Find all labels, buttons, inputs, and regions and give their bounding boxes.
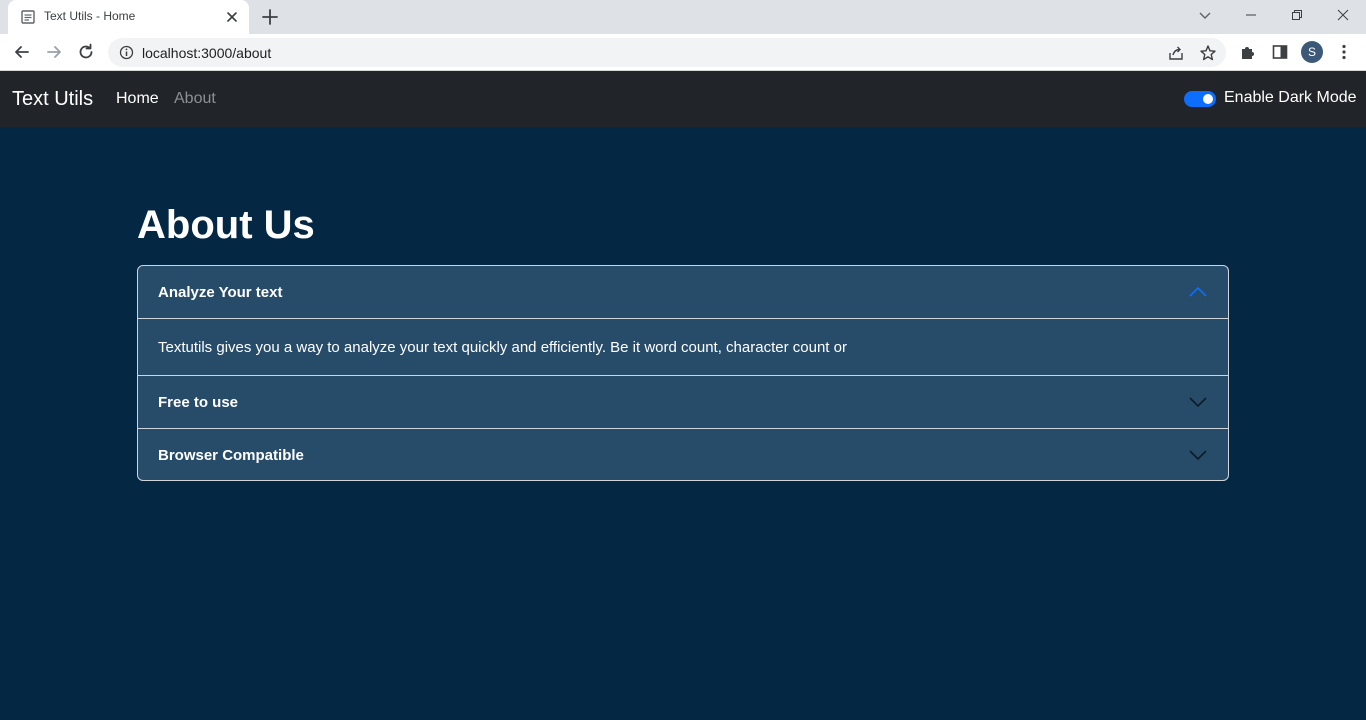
chevron-up-icon xyxy=(1189,286,1207,297)
app-navbar: Text Utils Home About Enable Dark Mode xyxy=(0,71,1366,127)
accordion-header-browser[interactable]: Browser Compatible xyxy=(138,429,1228,480)
minimize-button[interactable] xyxy=(1228,0,1274,30)
accordion: Analyze Your text Textutils gives you a … xyxy=(137,265,1229,481)
accordion-header-free[interactable]: Free to use xyxy=(138,376,1228,428)
info-icon[interactable] xyxy=(119,45,134,60)
tab-title: Text Utils - Home xyxy=(44,9,136,23)
toggle-knob xyxy=(1203,94,1213,104)
restore-icon xyxy=(1292,10,1302,20)
share-icon[interactable] xyxy=(1167,44,1185,62)
star-icon[interactable] xyxy=(1199,44,1217,62)
nav-link-home[interactable]: Home xyxy=(116,90,159,108)
puzzle-icon[interactable] xyxy=(1239,43,1257,61)
dark-mode-label[interactable]: Enable Dark Mode xyxy=(1224,89,1357,107)
page-favicon-icon xyxy=(21,10,35,24)
page-heading: About Us xyxy=(137,203,315,247)
accordion-body-text: Textutils gives you a way to analyze you… xyxy=(158,339,847,356)
accordion-header-analyze[interactable]: Analyze Your text xyxy=(138,266,1228,318)
profile-avatar[interactable]: S xyxy=(1301,41,1323,63)
close-icon[interactable] xyxy=(224,9,240,25)
sidepanel-icon[interactable] xyxy=(1271,43,1289,61)
chevron-down-icon[interactable] xyxy=(1196,6,1214,24)
nav-link-about[interactable]: About xyxy=(174,90,216,108)
reload-icon[interactable] xyxy=(76,42,96,62)
browser-tab[interactable]: Text Utils - Home xyxy=(8,0,249,34)
chevron-down-icon xyxy=(1189,450,1207,461)
minimize-icon xyxy=(1246,14,1256,16)
plus-icon[interactable] xyxy=(260,7,280,27)
browser-tabstrip: Text Utils - Home xyxy=(0,0,1366,34)
accordion-title: Analyze Your text xyxy=(158,284,283,301)
forward-arrow-icon[interactable] xyxy=(44,42,64,62)
browser-toolbar: localhost:3000/about S xyxy=(0,34,1366,71)
close-window-icon xyxy=(1337,9,1349,21)
close-window-button[interactable] xyxy=(1320,0,1366,30)
dark-mode-toggle[interactable] xyxy=(1184,91,1216,107)
restore-button[interactable] xyxy=(1274,0,1320,30)
url-text[interactable]: localhost:3000/about xyxy=(142,45,271,61)
chevron-down-icon xyxy=(1189,397,1207,408)
accordion-body-analyze: Textutils gives you a way to analyze you… xyxy=(138,318,1228,375)
accordion-title: Browser Compatible xyxy=(158,447,304,464)
address-bar[interactable]: localhost:3000/about xyxy=(108,38,1226,67)
navbar-brand[interactable]: Text Utils xyxy=(12,88,93,111)
kebab-menu-icon[interactable] xyxy=(1335,43,1353,61)
back-arrow-icon[interactable] xyxy=(12,42,32,62)
accordion-title: Free to use xyxy=(158,394,239,411)
